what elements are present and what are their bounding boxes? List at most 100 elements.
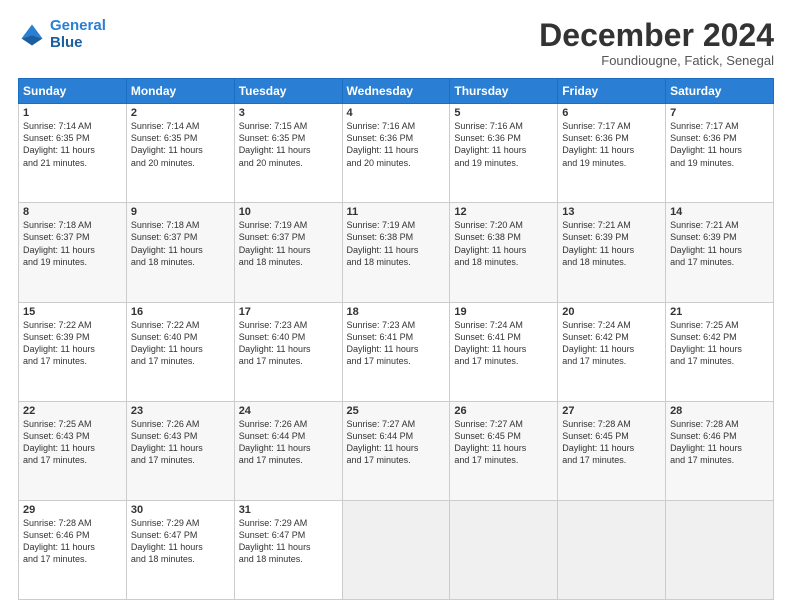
weekday-header-tuesday: Tuesday bbox=[234, 79, 342, 104]
calendar-cell: 3Sunrise: 7:15 AMSunset: 6:35 PMDaylight… bbox=[234, 104, 342, 203]
day-number: 20 bbox=[562, 306, 661, 318]
day-number: 21 bbox=[670, 306, 769, 318]
day-number: 11 bbox=[347, 206, 446, 218]
logo-text: General Blue bbox=[50, 18, 106, 51]
calendar-cell: 16Sunrise: 7:22 AMSunset: 6:40 PMDayligh… bbox=[126, 302, 234, 401]
day-info: Sunrise: 7:29 AMSunset: 6:47 PMDaylight:… bbox=[131, 517, 230, 566]
day-number: 29 bbox=[23, 504, 122, 516]
calendar-cell bbox=[450, 500, 558, 599]
day-number: 14 bbox=[670, 206, 769, 218]
calendar-cell: 28Sunrise: 7:28 AMSunset: 6:46 PMDayligh… bbox=[666, 401, 774, 500]
logo: General Blue bbox=[18, 18, 106, 51]
calendar-cell: 10Sunrise: 7:19 AMSunset: 6:37 PMDayligh… bbox=[234, 203, 342, 302]
calendar-cell: 12Sunrise: 7:20 AMSunset: 6:38 PMDayligh… bbox=[450, 203, 558, 302]
calendar-cell bbox=[666, 500, 774, 599]
day-info: Sunrise: 7:24 AMSunset: 6:41 PMDaylight:… bbox=[454, 319, 553, 368]
calendar-cell: 7Sunrise: 7:17 AMSunset: 6:36 PMDaylight… bbox=[666, 104, 774, 203]
calendar-cell: 22Sunrise: 7:25 AMSunset: 6:43 PMDayligh… bbox=[19, 401, 127, 500]
day-info: Sunrise: 7:16 AMSunset: 6:36 PMDaylight:… bbox=[347, 120, 446, 169]
calendar-cell: 14Sunrise: 7:21 AMSunset: 6:39 PMDayligh… bbox=[666, 203, 774, 302]
weekday-header-saturday: Saturday bbox=[666, 79, 774, 104]
calendar-cell: 17Sunrise: 7:23 AMSunset: 6:40 PMDayligh… bbox=[234, 302, 342, 401]
calendar-cell: 6Sunrise: 7:17 AMSunset: 6:36 PMDaylight… bbox=[558, 104, 666, 203]
day-number: 26 bbox=[454, 405, 553, 417]
day-number: 15 bbox=[23, 306, 122, 318]
weekday-header-sunday: Sunday bbox=[19, 79, 127, 104]
logo-icon bbox=[18, 21, 46, 49]
calendar-cell bbox=[558, 500, 666, 599]
calendar-cell: 18Sunrise: 7:23 AMSunset: 6:41 PMDayligh… bbox=[342, 302, 450, 401]
calendar-cell: 2Sunrise: 7:14 AMSunset: 6:35 PMDaylight… bbox=[126, 104, 234, 203]
day-info: Sunrise: 7:26 AMSunset: 6:44 PMDaylight:… bbox=[239, 418, 338, 467]
calendar-cell: 11Sunrise: 7:19 AMSunset: 6:38 PMDayligh… bbox=[342, 203, 450, 302]
day-number: 3 bbox=[239, 107, 338, 119]
day-info: Sunrise: 7:25 AMSunset: 6:42 PMDaylight:… bbox=[670, 319, 769, 368]
day-number: 16 bbox=[131, 306, 230, 318]
day-info: Sunrise: 7:23 AMSunset: 6:40 PMDaylight:… bbox=[239, 319, 338, 368]
day-info: Sunrise: 7:17 AMSunset: 6:36 PMDaylight:… bbox=[562, 120, 661, 169]
day-number: 28 bbox=[670, 405, 769, 417]
day-number: 8 bbox=[23, 206, 122, 218]
day-info: Sunrise: 7:27 AMSunset: 6:44 PMDaylight:… bbox=[347, 418, 446, 467]
day-info: Sunrise: 7:18 AMSunset: 6:37 PMDaylight:… bbox=[131, 219, 230, 268]
day-number: 12 bbox=[454, 206, 553, 218]
day-number: 17 bbox=[239, 306, 338, 318]
calendar-cell: 13Sunrise: 7:21 AMSunset: 6:39 PMDayligh… bbox=[558, 203, 666, 302]
day-info: Sunrise: 7:28 AMSunset: 6:45 PMDaylight:… bbox=[562, 418, 661, 467]
day-number: 2 bbox=[131, 107, 230, 119]
day-info: Sunrise: 7:21 AMSunset: 6:39 PMDaylight:… bbox=[670, 219, 769, 268]
day-info: Sunrise: 7:17 AMSunset: 6:36 PMDaylight:… bbox=[670, 120, 769, 169]
day-info: Sunrise: 7:16 AMSunset: 6:36 PMDaylight:… bbox=[454, 120, 553, 169]
day-info: Sunrise: 7:28 AMSunset: 6:46 PMDaylight:… bbox=[670, 418, 769, 467]
subtitle: Foundiougne, Fatick, Senegal bbox=[539, 53, 774, 68]
day-number: 18 bbox=[347, 306, 446, 318]
day-info: Sunrise: 7:25 AMSunset: 6:43 PMDaylight:… bbox=[23, 418, 122, 467]
day-number: 6 bbox=[562, 107, 661, 119]
calendar-cell: 9Sunrise: 7:18 AMSunset: 6:37 PMDaylight… bbox=[126, 203, 234, 302]
calendar-cell: 8Sunrise: 7:18 AMSunset: 6:37 PMDaylight… bbox=[19, 203, 127, 302]
day-info: Sunrise: 7:26 AMSunset: 6:43 PMDaylight:… bbox=[131, 418, 230, 467]
day-info: Sunrise: 7:14 AMSunset: 6:35 PMDaylight:… bbox=[131, 120, 230, 169]
day-number: 27 bbox=[562, 405, 661, 417]
day-info: Sunrise: 7:15 AMSunset: 6:35 PMDaylight:… bbox=[239, 120, 338, 169]
calendar-table: SundayMondayTuesdayWednesdayThursdayFrid… bbox=[18, 78, 774, 600]
day-number: 9 bbox=[131, 206, 230, 218]
calendar-cell: 24Sunrise: 7:26 AMSunset: 6:44 PMDayligh… bbox=[234, 401, 342, 500]
header: General Blue December 2024 Foundiougne, … bbox=[18, 18, 774, 68]
calendar-cell: 23Sunrise: 7:26 AMSunset: 6:43 PMDayligh… bbox=[126, 401, 234, 500]
calendar-cell: 5Sunrise: 7:16 AMSunset: 6:36 PMDaylight… bbox=[450, 104, 558, 203]
day-number: 25 bbox=[347, 405, 446, 417]
day-info: Sunrise: 7:18 AMSunset: 6:37 PMDaylight:… bbox=[23, 219, 122, 268]
day-number: 10 bbox=[239, 206, 338, 218]
day-info: Sunrise: 7:22 AMSunset: 6:39 PMDaylight:… bbox=[23, 319, 122, 368]
day-number: 24 bbox=[239, 405, 338, 417]
day-info: Sunrise: 7:19 AMSunset: 6:37 PMDaylight:… bbox=[239, 219, 338, 268]
weekday-header-friday: Friday bbox=[558, 79, 666, 104]
calendar-cell: 27Sunrise: 7:28 AMSunset: 6:45 PMDayligh… bbox=[558, 401, 666, 500]
day-number: 30 bbox=[131, 504, 230, 516]
day-info: Sunrise: 7:20 AMSunset: 6:38 PMDaylight:… bbox=[454, 219, 553, 268]
weekday-header-wednesday: Wednesday bbox=[342, 79, 450, 104]
day-number: 19 bbox=[454, 306, 553, 318]
title-block: December 2024 Foundiougne, Fatick, Seneg… bbox=[539, 18, 774, 68]
calendar-cell: 19Sunrise: 7:24 AMSunset: 6:41 PMDayligh… bbox=[450, 302, 558, 401]
page: General Blue December 2024 Foundiougne, … bbox=[0, 0, 792, 612]
day-info: Sunrise: 7:28 AMSunset: 6:46 PMDaylight:… bbox=[23, 517, 122, 566]
calendar-cell: 20Sunrise: 7:24 AMSunset: 6:42 PMDayligh… bbox=[558, 302, 666, 401]
day-info: Sunrise: 7:23 AMSunset: 6:41 PMDaylight:… bbox=[347, 319, 446, 368]
day-number: 1 bbox=[23, 107, 122, 119]
weekday-header-thursday: Thursday bbox=[450, 79, 558, 104]
calendar-cell: 26Sunrise: 7:27 AMSunset: 6:45 PMDayligh… bbox=[450, 401, 558, 500]
calendar-cell: 25Sunrise: 7:27 AMSunset: 6:44 PMDayligh… bbox=[342, 401, 450, 500]
day-info: Sunrise: 7:24 AMSunset: 6:42 PMDaylight:… bbox=[562, 319, 661, 368]
day-info: Sunrise: 7:22 AMSunset: 6:40 PMDaylight:… bbox=[131, 319, 230, 368]
calendar-cell: 31Sunrise: 7:29 AMSunset: 6:47 PMDayligh… bbox=[234, 500, 342, 599]
calendar-cell: 29Sunrise: 7:28 AMSunset: 6:46 PMDayligh… bbox=[19, 500, 127, 599]
day-number: 13 bbox=[562, 206, 661, 218]
day-number: 22 bbox=[23, 405, 122, 417]
calendar-cell: 4Sunrise: 7:16 AMSunset: 6:36 PMDaylight… bbox=[342, 104, 450, 203]
day-info: Sunrise: 7:27 AMSunset: 6:45 PMDaylight:… bbox=[454, 418, 553, 467]
calendar-cell bbox=[342, 500, 450, 599]
calendar-cell: 1Sunrise: 7:14 AMSunset: 6:35 PMDaylight… bbox=[19, 104, 127, 203]
day-number: 7 bbox=[670, 107, 769, 119]
